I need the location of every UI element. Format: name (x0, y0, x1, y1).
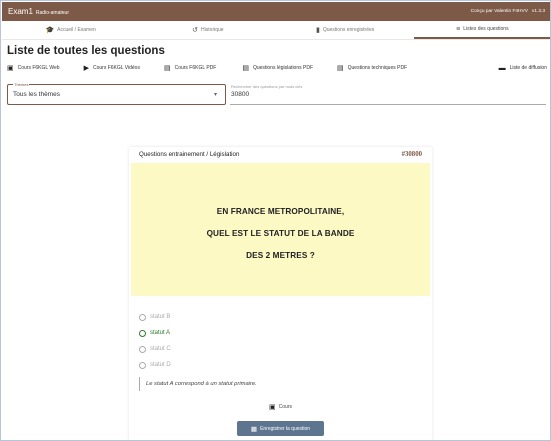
answer-label: statut A (150, 330, 171, 336)
answer-list: statut B statut A statut C statut D (139, 309, 171, 373)
save-question-label: Enregistrer la question (260, 425, 311, 432)
graduation-cap-icon: 🎓 (45, 27, 55, 34)
link-liste-diffusion[interactable]: ▬ Liste de diffusion (499, 65, 547, 72)
theme-select-value: Tous les thèmes (13, 91, 60, 98)
radio-icon (139, 329, 146, 337)
message-icon: ▬ (498, 64, 506, 72)
question-id: #30800 (401, 150, 422, 158)
dropdown-arrow-icon: ▾ (213, 92, 217, 98)
save-icon: ▩ (250, 425, 258, 433)
link-label: Liste de diffusion (509, 65, 547, 71)
link-cours-web[interactable]: ▣ Cours F6KGL Web (7, 64, 60, 72)
link-label: Questions législations PDF (252, 65, 314, 71)
pdf-icon: ▤ (163, 65, 171, 72)
answer-option[interactable]: statut C (139, 341, 171, 357)
radio-icon (139, 361, 146, 369)
bookmark-icon: ▮ (315, 27, 320, 34)
link-label: Cours F6KGL Vidéos (92, 65, 140, 71)
pdf-icon: ▤ (337, 65, 344, 72)
question-line: QUEL EST LE STATUT DE LA BANDE (206, 229, 355, 238)
app-window: Exam1 Radio-amateur Conçu par Valentin F4… (0, 0, 551, 441)
video-icon: ▶ (83, 65, 89, 72)
version-label: v1.3.3 (531, 9, 545, 14)
link-label: Cours F6KGL PDF (174, 65, 217, 71)
app-brand[interactable]: Exam1 Radio-amateur (8, 7, 69, 16)
credits: Conçu par Valentin F4HVV v1.3.3 (471, 9, 545, 14)
question-line: EN FRANCE METROPOLITAINE, (216, 207, 345, 216)
cours-link[interactable]: ▣ Cours (129, 403, 432, 411)
list-icon: ≡ (456, 25, 461, 33)
answer-option[interactable]: statut D (139, 357, 171, 373)
save-question-button[interactable]: ▩ Enregistrer la question (237, 421, 324, 436)
app-name: Exam1 (8, 7, 33, 16)
cours-label: Cours (278, 404, 292, 410)
link-label: Questions techniques PDF (347, 65, 408, 71)
tab-accueil-examen[interactable]: 🎓 Accueil / Examen (2, 21, 139, 39)
credits-text: Conçu par Valentin F4HVV (470, 9, 528, 14)
link-label: Cours F6KGL Web (17, 65, 60, 71)
tab-label: Historique (201, 27, 224, 33)
question-card: Questions entrainement / Législation #30… (129, 147, 432, 440)
search-input[interactable]: 30800 (231, 91, 249, 98)
history-icon: ↺ (192, 27, 199, 34)
search-label: Rechercher des questions par mots clés (231, 84, 303, 89)
tab-label: Listes des questions (463, 26, 509, 32)
answer-label: statut C (150, 346, 171, 352)
main-tabs: 🎓 Accueil / Examen ↺ Historique ▮ Questi… (2, 21, 550, 40)
link-questions-techniques-pdf[interactable]: ▤ Questions techniques PDF (337, 64, 407, 72)
top-bar: Exam1 Radio-amateur Conçu par Valentin F4… (2, 2, 550, 21)
question-line: DES 2 METRES ? (246, 251, 315, 260)
answer-option-correct[interactable]: statut A (139, 325, 171, 341)
answer-explanation: Le statut A correspond à un statut prima… (139, 377, 257, 391)
app-subtitle: Radio-amateur (35, 10, 69, 16)
link-cours-pdf[interactable]: ▤ Cours F6KGL PDF (164, 64, 216, 72)
answer-option[interactable]: statut B (139, 309, 171, 325)
theme-select[interactable]: Thèmes Tous les thèmes ▾ (7, 82, 226, 105)
tab-questions-enregistrees[interactable]: ▮ Questions enregistrées (277, 21, 414, 39)
radio-icon (139, 345, 146, 353)
link-cours-videos[interactable]: ▶ Cours F6KGL Vidéos (84, 64, 140, 72)
radio-icon (139, 313, 146, 321)
theme-select-label: Thèmes (13, 82, 30, 87)
question-text-panel: EN FRANCE METROPOLITAINE, QUEL EST LE ST… (131, 163, 430, 296)
answer-label: statut D (150, 362, 171, 368)
resource-links: ▣ Cours F6KGL Web ▶ Cours F6KGL Vidéos ▤… (7, 61, 547, 75)
tab-label: Questions enregistrées (322, 27, 375, 33)
link-questions-legislations-pdf[interactable]: ▤ Questions législations PDF (242, 64, 313, 72)
tab-label: Accueil / Examen (57, 27, 96, 33)
external-link-icon: ▣ (7, 65, 14, 72)
page-title: Liste de toutes les questions (7, 45, 165, 57)
question-category: Questions entrainement / Législation (139, 150, 240, 158)
external-link-icon: ▣ (269, 404, 276, 411)
tab-historique[interactable]: ↺ Historique (139, 21, 276, 39)
search-field[interactable]: Rechercher des questions par mots clés 3… (230, 84, 546, 105)
pdf-icon: ▤ (242, 65, 249, 72)
tab-listes-des-questions[interactable]: ≡ Listes des questions (413, 21, 550, 39)
answer-label: statut B (150, 314, 171, 320)
question-card-header: Questions entrainement / Législation #30… (129, 147, 432, 161)
